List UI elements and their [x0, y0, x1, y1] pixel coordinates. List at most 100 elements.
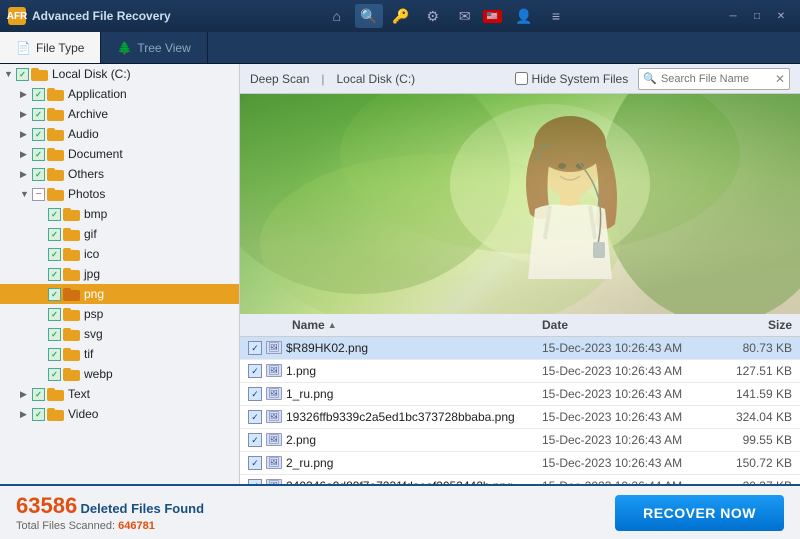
file-date: 15-Dec-2023 10:26:43 AM	[542, 341, 712, 355]
file-type-icon: 🖼	[266, 456, 282, 470]
table-row[interactable]: ✓🖼240346a9d89f7e7231fdaeaf2052442b.png15…	[240, 475, 800, 484]
file-name: 2.png	[286, 433, 542, 447]
file-size: 80.73 KB	[712, 341, 792, 355]
scan-nav-btn[interactable]: 🔍	[355, 4, 383, 28]
sidebar-item-jpg[interactable]: jpg	[0, 264, 239, 284]
filetype-label: File Type	[36, 41, 84, 55]
expand-arrow-icon: ▶	[20, 89, 32, 100]
table-row[interactable]: ✓🖼1_ru.png15-Dec-2023 10:26:43 AM141.59 …	[240, 383, 800, 406]
header-date[interactable]: Date	[542, 318, 712, 332]
tree-checkbox[interactable]	[48, 208, 61, 221]
sidebar-item-psp[interactable]: psp	[0, 304, 239, 324]
sidebar-item-application[interactable]: ▶Application	[0, 84, 239, 104]
scanned-text: Total Files Scanned: 646781	[16, 520, 204, 532]
tree-checkbox[interactable]	[32, 388, 45, 401]
sidebar-item-photos[interactable]: ▼Photos	[0, 184, 239, 204]
home-nav-btn[interactable]: ⌂	[323, 4, 351, 28]
file-date: 15-Dec-2023 10:26:43 AM	[542, 410, 712, 424]
sidebar-item-tif[interactable]: tif	[0, 344, 239, 364]
table-row[interactable]: ✓🖼19326ffb9339c2a5ed1bc373728bbaba.png15…	[240, 406, 800, 429]
file-size: 127.51 KB	[712, 364, 792, 378]
table-row[interactable]: ✓🖼2_ru.png15-Dec-2023 10:26:43 AM150.72 …	[240, 452, 800, 475]
file-name: 2_ru.png	[286, 456, 542, 470]
expand-arrow-icon: ▶	[20, 409, 32, 420]
search-clear-btn[interactable]: ✕	[775, 72, 785, 86]
sidebar-item-webp[interactable]: webp	[0, 364, 239, 384]
key-nav-btn[interactable]: 🔑	[387, 4, 415, 28]
sidebar-item-video[interactable]: ▶Video	[0, 404, 239, 424]
expand-arrow-icon: ▶	[20, 109, 32, 120]
file-checkbox[interactable]: ✓	[248, 364, 262, 378]
file-list-header: Name ▲ Date Size	[240, 314, 800, 337]
tree-checkbox[interactable]	[32, 148, 45, 161]
file-checkbox[interactable]: ✓	[248, 433, 262, 447]
tree-checkbox[interactable]	[32, 128, 45, 141]
tree-checkbox[interactable]	[32, 108, 45, 121]
tree-checkbox[interactable]	[32, 88, 45, 101]
tree-checkbox[interactable]	[48, 308, 61, 321]
table-row[interactable]: ✓🖼2.png15-Dec-2023 10:26:43 AM99.55 KB	[240, 429, 800, 452]
tree-checkbox[interactable]	[32, 408, 45, 421]
preview-image	[240, 94, 800, 314]
hide-sys-files-label[interactable]: Hide System Files	[515, 72, 629, 86]
maximize-btn[interactable]: □	[746, 7, 768, 25]
tree-checkbox[interactable]	[48, 328, 61, 341]
expand-arrow-icon: ▶	[20, 169, 32, 180]
sidebar-item-archive[interactable]: ▶Archive	[0, 104, 239, 124]
file-type-icon: 🖼	[266, 433, 282, 447]
table-row[interactable]: ✓🖼1.png15-Dec-2023 10:26:43 AM127.51 KB	[240, 360, 800, 383]
menu-nav-btn[interactable]: ≡	[542, 4, 570, 28]
tree-checkbox[interactable]	[48, 348, 61, 361]
sidebar-item-gif[interactable]: gif	[0, 224, 239, 244]
file-type-icon: 🖼	[266, 410, 282, 424]
settings-nav-btn[interactable]: ⚙	[419, 4, 447, 28]
app-title: Advanced File Recovery	[32, 9, 171, 23]
tree-checkbox[interactable]	[48, 248, 61, 261]
sidebar-item-others[interactable]: ▶Others	[0, 164, 239, 184]
header-name[interactable]: Name ▲	[292, 318, 542, 332]
flag-btn[interactable]: 🇺🇸	[483, 10, 502, 23]
sidebar-item-png[interactable]: png	[0, 284, 239, 304]
sidebar-item-local-c[interactable]: ▼Local Disk (C:)	[0, 64, 239, 84]
treeview-label: Tree View	[137, 41, 190, 55]
account-nav-btn[interactable]: 👤	[510, 4, 538, 28]
tree-checkbox[interactable]	[32, 168, 45, 181]
tree-checkbox[interactable]	[16, 68, 29, 81]
header-size[interactable]: Size	[712, 318, 792, 332]
scanned-count: 646781	[118, 520, 155, 532]
tree-item-label: jpg	[84, 267, 100, 281]
file-checkbox[interactable]: ✓	[248, 410, 262, 424]
tree-checkbox[interactable]	[32, 188, 45, 201]
main-area: 📄 File Type 🌲 Tree View ▼Local Disk (C:)…	[0, 32, 800, 539]
sidebar-item-document[interactable]: ▶Document	[0, 144, 239, 164]
sidebar-item-svg[interactable]: svg	[0, 324, 239, 344]
file-checkbox[interactable]: ✓	[248, 456, 262, 470]
file-size: 324.04 KB	[712, 410, 792, 424]
email-nav-btn[interactable]: ✉	[451, 4, 479, 28]
tab-filetype[interactable]: 📄 File Type	[0, 32, 101, 63]
table-row[interactable]: ✓🖼$R89HK02.png15-Dec-2023 10:26:43 AM80.…	[240, 337, 800, 360]
sidebar-item-bmp[interactable]: bmp	[0, 204, 239, 224]
tree-checkbox[interactable]	[48, 228, 61, 241]
recover-now-button[interactable]: RECOVER NOW	[615, 495, 784, 531]
tab-treeview[interactable]: 🌲 Tree View	[101, 32, 207, 63]
hide-sys-checkbox[interactable]	[515, 72, 528, 85]
file-type-icon: 🖼	[266, 387, 282, 401]
file-checkbox[interactable]: ✓	[248, 387, 262, 401]
close-btn[interactable]: ✕	[770, 7, 792, 25]
sidebar-item-audio[interactable]: ▶Audio	[0, 124, 239, 144]
file-name: $R89HK02.png	[286, 341, 542, 355]
sidebar-item-ico[interactable]: ico	[0, 244, 239, 264]
file-name: 1.png	[286, 364, 542, 378]
app-icon: AFR	[8, 7, 26, 25]
tab-row: 📄 File Type 🌲 Tree View	[0, 32, 800, 64]
tree-checkbox[interactable]	[48, 288, 61, 301]
tree-checkbox[interactable]	[48, 368, 61, 381]
deleted-count: 63586	[16, 493, 77, 518]
search-box: 🔍 ✕	[638, 68, 790, 90]
file-checkbox[interactable]: ✓	[248, 341, 262, 355]
sidebar-item-text[interactable]: ▶Text	[0, 384, 239, 404]
minimize-btn[interactable]: ─	[722, 7, 744, 25]
tree-checkbox[interactable]	[48, 268, 61, 281]
search-input[interactable]	[661, 73, 771, 85]
